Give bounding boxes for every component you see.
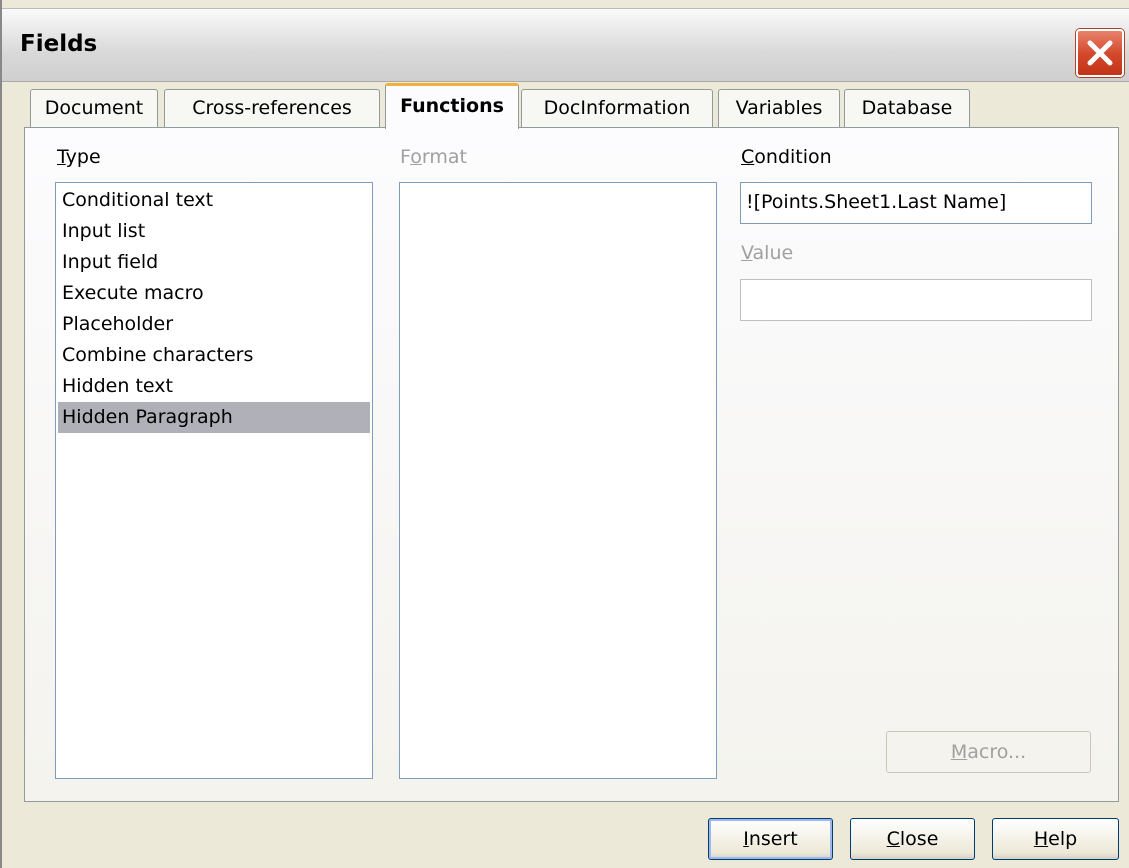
type-label-mnemonic: T [57, 146, 66, 168]
list-item[interactable]: Execute macro [58, 278, 370, 309]
value-label-text: alue [752, 242, 794, 264]
type-label: Type [57, 146, 101, 168]
insert-button-label: nsert [748, 828, 798, 850]
condition-label: Condition [741, 146, 832, 168]
macro-button[interactable]: Macro... [886, 731, 1091, 773]
list-item[interactable]: Conditional text [58, 185, 370, 216]
tab-database[interactable]: Database [844, 89, 970, 127]
list-item[interactable]: Combine characters [58, 340, 370, 371]
fields-dialog: Fields Document Cross-references Functio… [0, 0, 1129, 868]
close-button[interactable]: Close [850, 818, 975, 860]
macro-button-label: acro... [967, 741, 1027, 763]
type-listbox[interactable]: Conditional text Input list Input field … [55, 182, 373, 779]
condition-label-mnemonic: C [741, 146, 755, 168]
list-item-selected[interactable]: Hidden Paragraph [58, 402, 370, 433]
help-button-label: elp [1048, 828, 1078, 850]
tab-docinformation[interactable]: DocInformation [521, 89, 713, 127]
format-label: Format [400, 146, 467, 168]
help-button[interactable]: Help [992, 818, 1119, 860]
value-label: Value [741, 242, 793, 264]
close-window-button[interactable] [1076, 29, 1124, 77]
format-label-text: rmat [421, 146, 467, 168]
dialog-title: Fields [20, 31, 98, 57]
tab-variables[interactable]: Variables [718, 89, 840, 127]
list-item[interactable]: Input list [58, 216, 370, 247]
insert-button[interactable]: Insert [708, 818, 833, 860]
value-label-mnemonic: V [741, 242, 753, 264]
value-input[interactable] [740, 279, 1092, 321]
format-label-mnemonic: o [410, 146, 422, 168]
close-button-label: lose [899, 828, 939, 850]
format-listbox[interactable] [399, 182, 717, 779]
functions-panel: Type Conditional text Input list Input f… [24, 127, 1119, 802]
help-button-mnemonic: H [1033, 828, 1049, 850]
list-item[interactable]: Placeholder [58, 309, 370, 340]
close-icon [1087, 40, 1113, 66]
title-bar[interactable]: Fields [2, 8, 1129, 82]
macro-button-mnemonic: M [950, 741, 968, 763]
tab-functions[interactable]: Functions [385, 83, 519, 129]
tab-cross-references[interactable]: Cross-references [164, 89, 380, 127]
list-item[interactable]: Input field [58, 247, 370, 278]
condition-input[interactable]: ![Points.Sheet1.Last Name] [740, 182, 1092, 224]
condition-label-text: ondition [754, 146, 832, 168]
close-button-mnemonic: C [886, 828, 900, 850]
list-item[interactable]: Hidden text [58, 371, 370, 402]
type-label-text: ype [65, 146, 101, 168]
format-label-first: F [400, 146, 411, 168]
tab-document[interactable]: Document [30, 89, 158, 127]
